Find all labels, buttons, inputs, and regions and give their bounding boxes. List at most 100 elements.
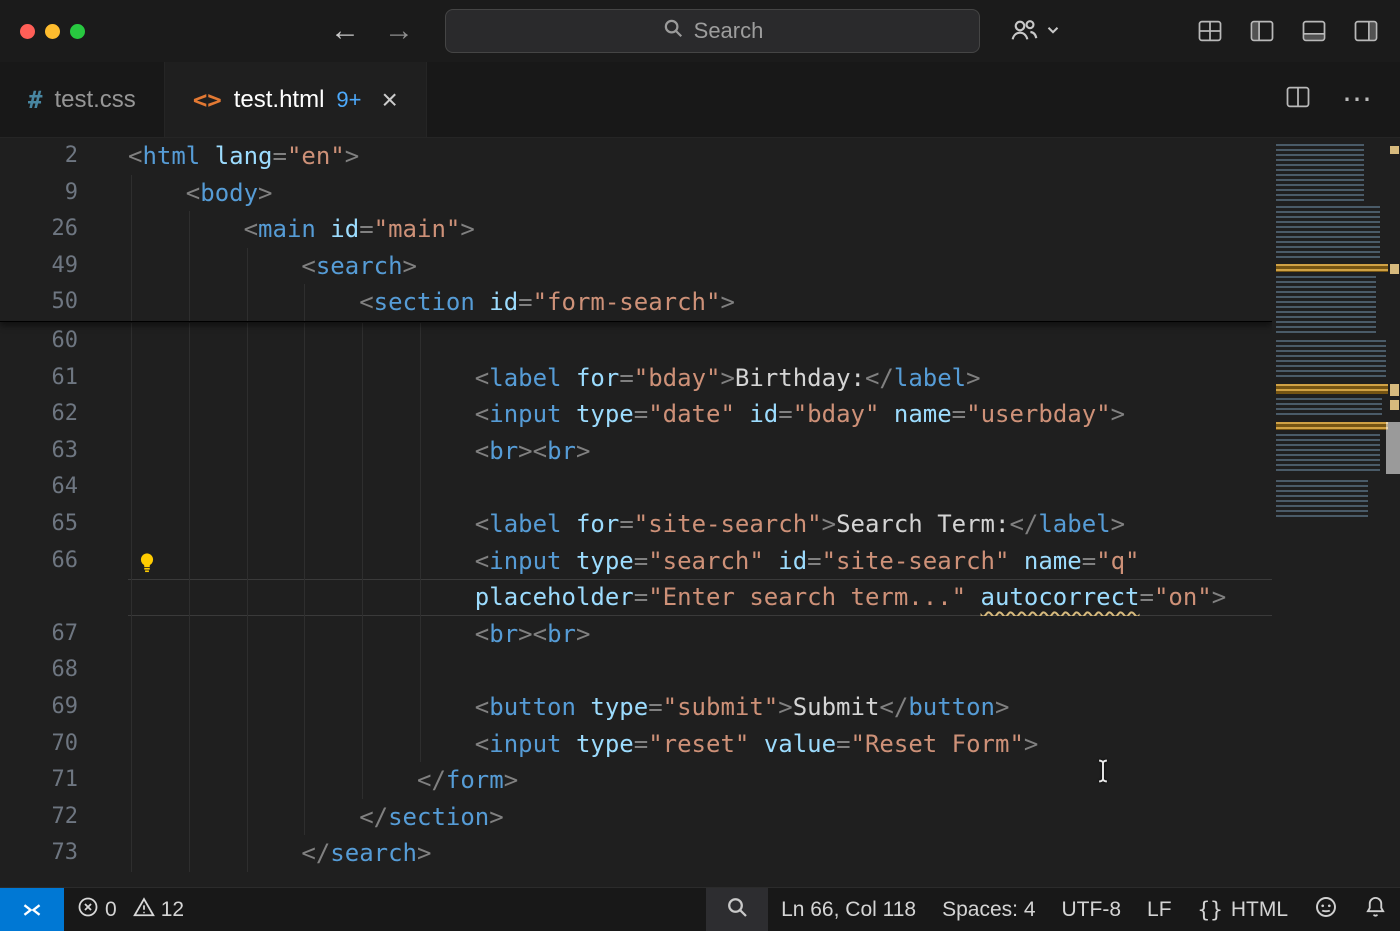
code-content[interactable]: <html lang="en"> bbox=[128, 138, 1272, 175]
line-number[interactable]: 64 bbox=[0, 469, 128, 506]
code-token: section bbox=[374, 288, 475, 316]
indent-guide bbox=[189, 835, 190, 872]
code-content[interactable] bbox=[128, 652, 1272, 689]
encoding-status[interactable]: UTF-8 bbox=[1049, 888, 1135, 931]
close-window-button[interactable] bbox=[20, 24, 35, 39]
code-line[interactable]: 73</search> bbox=[0, 835, 1272, 872]
scrollbar-thumb[interactable] bbox=[1386, 422, 1400, 474]
code-content[interactable]: <br><br> bbox=[128, 433, 1272, 470]
indent-guide bbox=[304, 579, 305, 616]
minimap[interactable] bbox=[1272, 138, 1400, 887]
code-token: "q" bbox=[1096, 547, 1139, 575]
code-line[interactable]: 66<input type="search" id="site-search" … bbox=[0, 543, 1272, 580]
code-line[interactable]: 9<body> bbox=[0, 175, 1272, 212]
code-line[interactable]: 70<input type="reset" value="Reset Form"… bbox=[0, 726, 1272, 763]
code-line[interactable]: 65<label for="site-search">Search Term:<… bbox=[0, 506, 1272, 543]
tab-test-html[interactable]: <> test.html 9+ × bbox=[165, 62, 427, 137]
line-number[interactable]: 71 bbox=[0, 762, 128, 799]
code-content[interactable]: </search> bbox=[128, 835, 1272, 872]
code-line[interactable]: 60 bbox=[0, 323, 1272, 360]
line-number[interactable]: 62 bbox=[0, 396, 128, 433]
code-line[interactable]: placeholder="Enter search term..." autoc… bbox=[0, 579, 1272, 616]
cursor-position[interactable]: Ln 66, Col 118 bbox=[768, 888, 929, 931]
code-content[interactable]: <label for="bday">Birthday:</label> bbox=[128, 360, 1272, 397]
back-icon[interactable]: ← bbox=[330, 16, 360, 46]
code-content[interactable] bbox=[128, 323, 1272, 360]
line-number[interactable]: 67 bbox=[0, 616, 128, 653]
code-content[interactable]: <search> bbox=[128, 248, 1272, 285]
code-content[interactable]: <input type="search" id="site-search" na… bbox=[128, 543, 1272, 580]
code-content[interactable]: <main id="main"> bbox=[128, 211, 1272, 248]
more-actions-icon[interactable]: ⋯ bbox=[1342, 82, 1374, 117]
command-center-search[interactable]: Search bbox=[445, 9, 980, 53]
code-line[interactable]: 26<main id="main"> bbox=[0, 211, 1272, 248]
code-line[interactable]: 50<section id="form-search"> bbox=[0, 284, 1272, 321]
code-line[interactable]: 62<input type="date" id="bday" name="use… bbox=[0, 396, 1272, 433]
line-number[interactable]: 68 bbox=[0, 652, 128, 689]
line-number[interactable]: 73 bbox=[0, 835, 128, 872]
indent-guide bbox=[189, 396, 190, 433]
indent-guide bbox=[304, 396, 305, 433]
code-line[interactable]: 72</section> bbox=[0, 799, 1272, 836]
line-number[interactable]: 72 bbox=[0, 799, 128, 836]
line-number[interactable]: 50 bbox=[0, 284, 128, 321]
eol-status[interactable]: LF bbox=[1134, 888, 1185, 931]
accounts-menu[interactable] bbox=[1008, 14, 1062, 51]
copilot-status[interactable] bbox=[1301, 888, 1351, 931]
code-token: > bbox=[258, 179, 272, 207]
code-content[interactable]: <section id="form-search"> bbox=[128, 284, 1272, 321]
code-line[interactable]: 71</form> bbox=[0, 762, 1272, 799]
line-number[interactable]: 9 bbox=[0, 175, 128, 212]
line-number[interactable]: 70 bbox=[0, 726, 128, 763]
code-content[interactable]: <button type="submit">Submit</button> bbox=[128, 689, 1272, 726]
tab-test-css[interactable]: # test.css bbox=[0, 62, 165, 137]
notifications-bell[interactable] bbox=[1351, 888, 1400, 931]
line-number[interactable]: 66 bbox=[0, 543, 128, 580]
line-number[interactable]: 61 bbox=[0, 360, 128, 397]
code-content[interactable] bbox=[128, 469, 1272, 506]
code-content[interactable]: <label for="site-search">Search Term:</l… bbox=[128, 506, 1272, 543]
code-content[interactable]: </section> bbox=[128, 799, 1272, 836]
code-line[interactable]: 2<html lang="en"> bbox=[0, 138, 1272, 175]
code-content[interactable]: <body> bbox=[128, 175, 1272, 212]
forward-icon[interactable]: → bbox=[384, 16, 414, 46]
code-line[interactable]: 63<br><br> bbox=[0, 433, 1272, 470]
line-number[interactable]: 65 bbox=[0, 506, 128, 543]
code-content[interactable]: <br><br> bbox=[128, 616, 1272, 653]
code-content[interactable]: <input type="reset" value="Reset Form"> bbox=[128, 726, 1272, 763]
zoom-window-button[interactable] bbox=[70, 24, 85, 39]
code-line[interactable]: 61<label for="bday">Birthday:</label> bbox=[0, 360, 1272, 397]
line-number[interactable]: 63 bbox=[0, 433, 128, 470]
line-number[interactable]: 26 bbox=[0, 211, 128, 248]
indent-guide bbox=[304, 799, 305, 836]
zoom-indicator[interactable] bbox=[706, 888, 768, 931]
code-lines: 6061<label for="bday">Birthday:</label>6… bbox=[0, 323, 1272, 872]
code-content[interactable]: placeholder="Enter search term..." autoc… bbox=[128, 579, 1272, 616]
line-number[interactable]: 49 bbox=[0, 248, 128, 285]
split-editor-icon[interactable] bbox=[1284, 83, 1312, 116]
lightbulb-icon[interactable] bbox=[136, 549, 158, 580]
code-line[interactable]: 64 bbox=[0, 469, 1272, 506]
toggle-panel-button[interactable] bbox=[1300, 17, 1328, 45]
close-tab-icon[interactable]: × bbox=[382, 84, 398, 116]
code-line[interactable]: 68 bbox=[0, 652, 1272, 689]
code-line[interactable]: 67<br><br> bbox=[0, 616, 1272, 653]
customize-layout-button[interactable] bbox=[1196, 17, 1224, 45]
code-line[interactable]: 49<search> bbox=[0, 248, 1272, 285]
code-token: "main" bbox=[374, 215, 461, 243]
line-number[interactable]: 2 bbox=[0, 138, 128, 175]
toggle-secondary-sidebar-button[interactable] bbox=[1352, 17, 1380, 45]
code-content[interactable]: <input type="date" id="bday" name="userb… bbox=[128, 396, 1272, 433]
indentation-status[interactable]: Spaces: 4 bbox=[929, 888, 1048, 931]
language-mode[interactable]: {} HTML bbox=[1185, 888, 1301, 931]
line-number[interactable] bbox=[0, 579, 128, 616]
problems-status[interactable]: 0 12 bbox=[64, 888, 207, 931]
indent-guide bbox=[362, 469, 363, 506]
toggle-primary-sidebar-button[interactable] bbox=[1248, 17, 1276, 45]
line-number[interactable]: 69 bbox=[0, 689, 128, 726]
minimize-window-button[interactable] bbox=[45, 24, 60, 39]
editor-pane[interactable]: 6061<label for="bday">Birthday:</label>6… bbox=[0, 138, 1400, 887]
code-line[interactable]: 69<button type="submit">Submit</button> bbox=[0, 689, 1272, 726]
line-number[interactable]: 60 bbox=[0, 323, 128, 360]
remote-indicator[interactable] bbox=[0, 888, 64, 931]
